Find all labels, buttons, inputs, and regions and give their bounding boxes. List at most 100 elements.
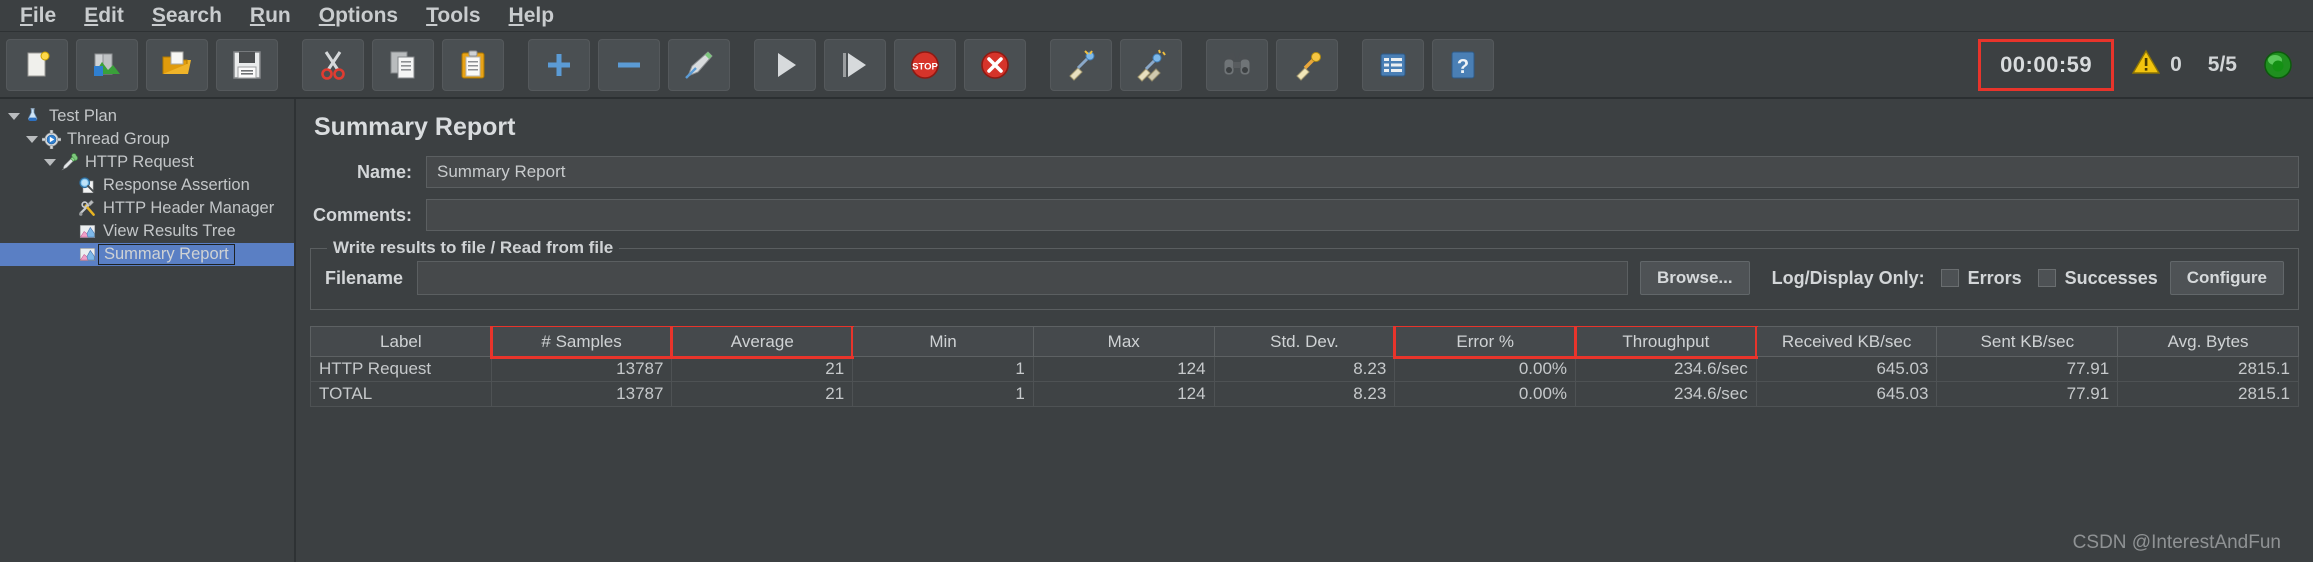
table-header-max[interactable]: Max [1032, 326, 1215, 357]
header-manager-tools-icon [76, 199, 98, 218]
successes-checkbox-label: Successes [2064, 267, 2158, 288]
reset-search-icon [1290, 48, 1324, 82]
new-file-button[interactable] [6, 38, 68, 91]
summary-report-panel: Summary Report Name: Comments: Write res… [296, 99, 2313, 562]
errors-checkbox-box[interactable] [1940, 269, 1959, 287]
copy-icon [386, 48, 420, 82]
clear-broom-button[interactable] [1050, 38, 1112, 91]
table-header-label[interactable]: Label [310, 326, 492, 357]
warning-triangle-icon [2131, 49, 2161, 80]
table-cell: 1 [852, 356, 1034, 382]
table-cell: 2815.1 [2117, 381, 2299, 407]
copy-button[interactable] [372, 38, 434, 91]
table-header-row: Label # Samples Average Min Max Std. Dev. Erro… [310, 326, 2299, 360]
table-header-min[interactable]: Min [852, 326, 1034, 357]
menu-item-search[interactable]: Search [138, 2, 236, 30]
table-cell: 0.00% [1394, 381, 1577, 407]
menu-item-options[interactable]: Options [305, 2, 412, 30]
paste-clipboard-button[interactable] [442, 38, 504, 91]
tree-node-test-plan[interactable]: Test Plan [0, 105, 294, 128]
start-no-pause-button[interactable] [824, 38, 886, 91]
help-question-button[interactable]: ? [1432, 38, 1494, 91]
paste-clipboard-icon [456, 48, 490, 82]
cut-scissors-button[interactable] [302, 38, 364, 91]
filename-input[interactable] [417, 261, 1628, 295]
function-helper-icon [1376, 48, 1410, 82]
table-header-received-kb-sec[interactable]: Received KB/sec [1755, 326, 1938, 357]
table-header-throughput[interactable]: Throughput [1574, 326, 1758, 360]
table-cell: 0.00% [1394, 356, 1577, 382]
templates-icon [90, 48, 124, 82]
table-cell: 124 [1032, 356, 1215, 382]
successes-checkbox-box[interactable] [2037, 269, 2056, 287]
filename-row: Filename Browse... Log/Display Only: Err… [325, 261, 2284, 295]
table-cell: 1 [852, 381, 1034, 407]
table-cell: 77.91 [1936, 381, 2119, 407]
running-indicator-icon [2263, 50, 2293, 80]
menu-item-tools[interactable]: Tools [412, 2, 494, 30]
table-header-avg-bytes[interactable]: Avg. Bytes [2117, 326, 2299, 357]
new-file-icon [20, 48, 54, 82]
menu-item-run[interactable]: Run [236, 2, 305, 30]
warning-count: 0 [2170, 52, 2182, 76]
table-cell: 13787 [490, 381, 673, 407]
reset-search-button[interactable] [1276, 38, 1338, 91]
summary-report-table: Label # Samples Average Min Max Std. Dev. Erro… [310, 326, 2299, 407]
tree-node-label: HTTP Request [85, 153, 194, 171]
table-row[interactable]: TOTAL 13787 21 1 124 8.23 0.00% 234.6/sec 645.03… [310, 381, 2299, 407]
shutdown-button[interactable] [964, 38, 1026, 91]
elapsed-timer-box: 00:00:59 [1978, 38, 2115, 91]
clear-all-broom-icon [1134, 48, 1168, 82]
table-header-error-[interactable]: Error % [1393, 326, 1578, 360]
menu-item-file[interactable]: File [6, 2, 70, 30]
stop-button[interactable]: STOP [894, 38, 956, 91]
response-assertion-magnifier-icon [76, 176, 98, 195]
toolbar: STOP? 00:00:59 0 5/5 [0, 32, 2313, 99]
table-cell: 21 [671, 381, 854, 407]
function-helper-button[interactable] [1362, 38, 1424, 91]
templates-button[interactable] [76, 38, 138, 91]
chevron-down-icon[interactable] [24, 136, 40, 143]
tree-node-summary-report[interactable]: Summary Report [0, 243, 294, 266]
table-cell: 77.91 [1936, 356, 2119, 382]
browse-button[interactable]: Browse... [1639, 261, 1750, 295]
tree-node-response-assertion[interactable]: Response Assertion [0, 174, 294, 197]
table-cell: 21 [671, 356, 854, 382]
main-split: Test Plan Thread Group HTTP Request Respons… [0, 99, 2313, 562]
toggle-pencil-button[interactable] [668, 38, 730, 91]
warning-indicator[interactable]: 0 [2131, 49, 2182, 80]
menu-item-help[interactable]: Help [495, 2, 569, 30]
chevron-down-icon[interactable] [42, 159, 58, 166]
save-button[interactable] [216, 38, 278, 91]
tree-node-label: HTTP Header Manager [103, 199, 275, 217]
table-header-average[interactable]: Average [670, 326, 855, 360]
tree-node-http-request[interactable]: HTTP Request [0, 151, 294, 174]
menu-item-edit[interactable]: Edit [70, 2, 138, 30]
configure-button[interactable]: Configure [2169, 261, 2284, 295]
chevron-down-icon[interactable] [6, 113, 22, 120]
expand-plus-button[interactable] [528, 38, 590, 91]
table-header-std-dev-[interactable]: Std. Dev. [1213, 326, 1396, 357]
tree-node-thread-group[interactable]: Thread Group [0, 128, 294, 151]
clear-all-broom-button[interactable] [1120, 38, 1182, 91]
table-row[interactable]: HTTP Request 13787 21 1 124 8.23 0.00% 234.6/se… [310, 356, 2299, 382]
search-binoculars-button[interactable] [1206, 38, 1268, 91]
collapse-minus-button[interactable] [598, 38, 660, 91]
table-cell: 13787 [490, 356, 673, 382]
comments-input[interactable] [426, 199, 2299, 231]
successes-checkbox[interactable]: Successes [2037, 267, 2158, 289]
menu-bar: File Edit Search Run Options Tools Help [0, 0, 2313, 32]
table-header-sent-kb-sec[interactable]: Sent KB/sec [1936, 326, 2119, 357]
test-plan-tree[interactable]: Test Plan Thread Group HTTP Request Respons… [0, 99, 296, 562]
tree-node-view-results-tree[interactable]: View Results Tree [0, 220, 294, 243]
errors-checkbox[interactable]: Errors [1940, 268, 2022, 289]
start-play-button[interactable] [754, 38, 816, 91]
table-header--samples[interactable]: # Samples [490, 326, 674, 360]
name-input[interactable] [426, 156, 2299, 188]
expand-plus-icon [542, 48, 576, 82]
svg-text:?: ? [1457, 56, 1469, 78]
open-folder-button[interactable] [146, 38, 208, 91]
stop-icon: STOP [908, 48, 942, 82]
table-cell: 2815.1 [2117, 356, 2299, 382]
tree-node-http-header-manager[interactable]: HTTP Header Manager [0, 197, 294, 220]
